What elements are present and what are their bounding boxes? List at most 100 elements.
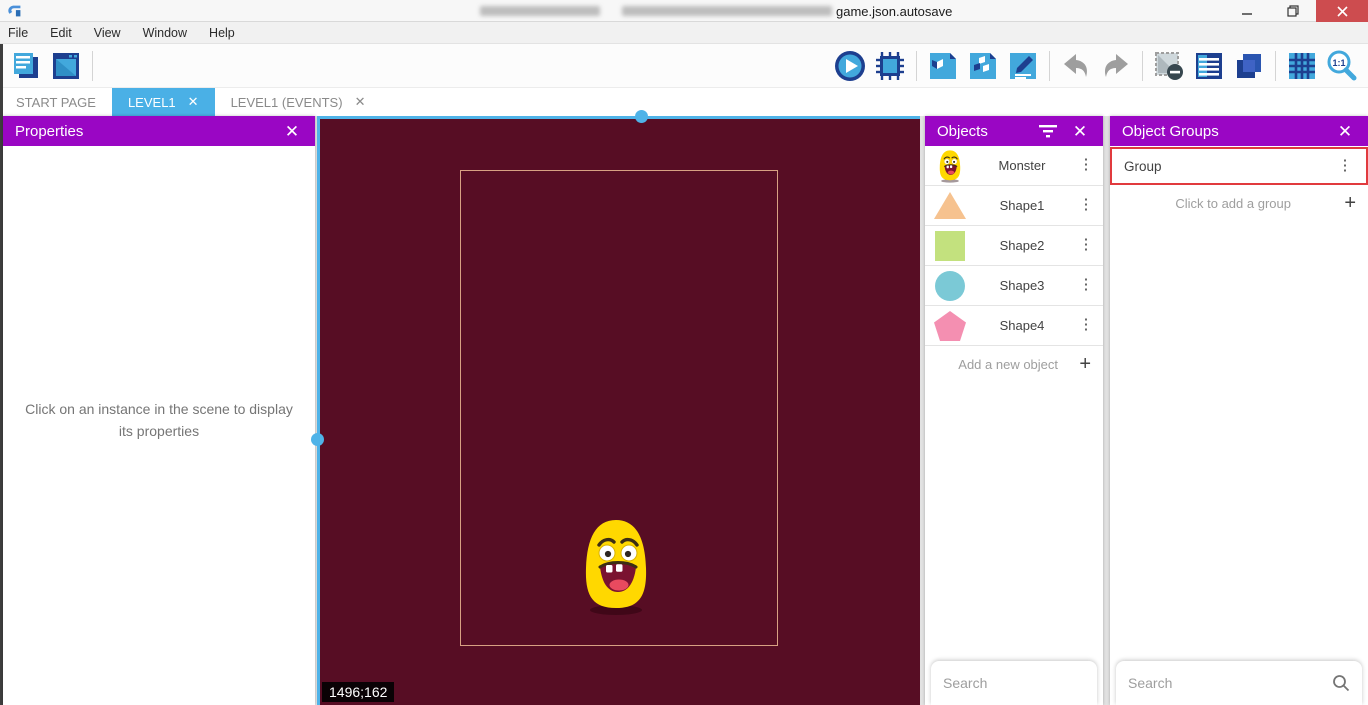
object-name: Monster bbox=[967, 158, 1077, 173]
toolbar-divider bbox=[1142, 51, 1143, 81]
window-controls bbox=[1224, 0, 1368, 22]
add-object-button[interactable]: Add a new object + bbox=[925, 346, 1103, 382]
object-menu-icon[interactable]: ⋮ bbox=[1077, 321, 1095, 329]
object-row-shape1[interactable]: Shape1 ⋮ bbox=[925, 186, 1103, 226]
object-name: Shape3 bbox=[967, 278, 1077, 293]
gdevelop-logo-icon bbox=[6, 2, 24, 20]
monster-instance[interactable] bbox=[578, 516, 654, 616]
menu-file[interactable]: File bbox=[8, 26, 28, 40]
objects-panel-title: Objects bbox=[937, 123, 988, 140]
object-name: Shape2 bbox=[967, 238, 1077, 253]
object-row-monster[interactable]: Monster ⋮ bbox=[925, 146, 1103, 186]
toolbar-divider bbox=[92, 51, 93, 81]
tab-start-page[interactable]: START PAGE bbox=[0, 88, 112, 116]
triangle-thumbnail-icon bbox=[933, 189, 967, 223]
group-menu-icon[interactable]: ⋮ bbox=[1336, 162, 1354, 170]
object-groups-panel: Object Groups ✕ Group ⋮ Click to add a g… bbox=[1110, 116, 1368, 705]
groups-search-input[interactable] bbox=[1128, 675, 1332, 691]
search-icon bbox=[1332, 674, 1350, 692]
add-object-group-icon[interactable] bbox=[963, 47, 1003, 85]
instances-list-icon[interactable] bbox=[1189, 47, 1229, 85]
close-button[interactable] bbox=[1316, 0, 1368, 22]
play-icon[interactable] bbox=[830, 47, 870, 85]
tab-label: LEVEL1 (EVENTS) bbox=[231, 95, 343, 110]
canvas-resize-handle-left[interactable] bbox=[311, 433, 324, 446]
undo-icon[interactable] bbox=[1056, 47, 1096, 85]
monster-thumbnail-icon bbox=[933, 149, 967, 183]
menu-help[interactable]: Help bbox=[209, 26, 235, 40]
menu-window[interactable]: Window bbox=[143, 26, 187, 40]
object-groups-panel-header: Object Groups ✕ bbox=[1110, 116, 1368, 146]
close-icon[interactable]: ✕ bbox=[1069, 120, 1091, 142]
add-group-button[interactable]: Click to add a group + bbox=[1110, 185, 1368, 221]
menu-bar: File Edit View Window Help bbox=[0, 22, 1368, 44]
zoom-ratio-label: 1:1 bbox=[1332, 58, 1345, 68]
tab-bar: START PAGE LEVEL1 ✕ LEVEL1 (EVENTS) ✕ bbox=[0, 88, 1368, 116]
scene-canvas[interactable]: 1496;162 bbox=[317, 116, 920, 705]
tab-label: START PAGE bbox=[16, 95, 96, 110]
grid-icon[interactable] bbox=[1282, 47, 1322, 85]
close-icon[interactable]: ✕ bbox=[1334, 120, 1356, 142]
redacted-path-block bbox=[622, 6, 832, 16]
titlebar: game.json.autosave bbox=[0, 0, 1368, 22]
objects-panel-header: Objects ✕ bbox=[925, 116, 1103, 146]
properties-panel: Properties ✕ Click on an instance in the… bbox=[3, 116, 315, 705]
filter-icon[interactable] bbox=[1037, 120, 1059, 142]
properties-panel-title: Properties bbox=[15, 123, 83, 140]
object-menu-icon[interactable]: ⋮ bbox=[1077, 201, 1095, 209]
canvas-resize-handle-top[interactable] bbox=[635, 110, 648, 123]
edit-scene-properties-icon[interactable] bbox=[1003, 47, 1043, 85]
object-menu-icon[interactable]: ⋮ bbox=[1077, 281, 1095, 289]
add-group-label: Click to add a group bbox=[1122, 196, 1344, 211]
debug-icon[interactable] bbox=[870, 47, 910, 85]
toolbar-divider bbox=[1275, 51, 1276, 81]
object-name: Shape4 bbox=[967, 318, 1077, 333]
square-thumbnail-icon bbox=[933, 229, 967, 263]
add-object-icon[interactable] bbox=[923, 47, 963, 85]
group-name: Group bbox=[1124, 159, 1336, 174]
cursor-coordinates: 1496;162 bbox=[322, 682, 394, 702]
object-row-shape3[interactable]: Shape3 ⋮ bbox=[925, 266, 1103, 306]
project-manager-icon[interactable] bbox=[6, 47, 46, 85]
zoom-1-1-icon[interactable]: 1:1 bbox=[1322, 47, 1362, 85]
tab-label: LEVEL1 bbox=[128, 95, 176, 110]
object-menu-icon[interactable]: ⋮ bbox=[1077, 161, 1095, 169]
object-menu-icon[interactable]: ⋮ bbox=[1077, 241, 1095, 249]
group-row-highlighted[interactable]: Group ⋮ bbox=[1110, 147, 1368, 185]
start-page-window-icon[interactable] bbox=[46, 47, 86, 85]
object-row-shape4[interactable]: Shape4 ⋮ bbox=[925, 306, 1103, 346]
properties-empty-message: Click on an instance in the scene to dis… bbox=[19, 399, 299, 442]
tab-close-icon[interactable]: ✕ bbox=[188, 94, 199, 110]
restore-button[interactable] bbox=[1270, 0, 1316, 22]
redo-icon[interactable] bbox=[1096, 47, 1136, 85]
objects-search-input[interactable] bbox=[943, 675, 1124, 691]
menu-edit[interactable]: Edit bbox=[50, 26, 72, 40]
redacted-path-block bbox=[480, 6, 600, 16]
toolbar: 1:1 bbox=[0, 44, 1368, 88]
pentagon-thumbnail-icon bbox=[933, 309, 967, 343]
layers-icon[interactable] bbox=[1229, 47, 1269, 85]
minimize-button[interactable] bbox=[1224, 0, 1270, 22]
toolbar-divider bbox=[916, 51, 917, 81]
add-object-label: Add a new object bbox=[937, 357, 1079, 372]
menu-view[interactable]: View bbox=[94, 26, 121, 40]
window-title-area: game.json.autosave bbox=[480, 0, 952, 22]
main-area: Properties ✕ Click on an instance in the… bbox=[0, 116, 1368, 705]
groups-search bbox=[1116, 661, 1362, 705]
plus-icon: + bbox=[1079, 353, 1091, 376]
objects-search bbox=[931, 661, 1097, 705]
object-name: Shape1 bbox=[967, 198, 1077, 213]
properties-panel-header: Properties ✕ bbox=[3, 116, 315, 146]
object-groups-panel-title: Object Groups bbox=[1122, 123, 1219, 140]
circle-thumbnail-icon bbox=[933, 269, 967, 303]
tab-close-icon[interactable]: ✕ bbox=[355, 94, 366, 110]
tab-level1[interactable]: LEVEL1 ✕ bbox=[112, 88, 215, 116]
objects-panel: Objects ✕ Monster ⋮ Shape1 ⋮ bbox=[925, 116, 1103, 705]
toolbar-divider bbox=[1049, 51, 1050, 81]
plus-icon: + bbox=[1344, 192, 1356, 215]
window-title: game.json.autosave bbox=[836, 4, 952, 19]
object-row-shape2[interactable]: Shape2 ⋮ bbox=[925, 226, 1103, 266]
mask-remove-icon[interactable] bbox=[1149, 47, 1189, 85]
close-icon[interactable]: ✕ bbox=[281, 120, 303, 142]
tab-level1-events[interactable]: LEVEL1 (EVENTS) ✕ bbox=[215, 88, 382, 116]
